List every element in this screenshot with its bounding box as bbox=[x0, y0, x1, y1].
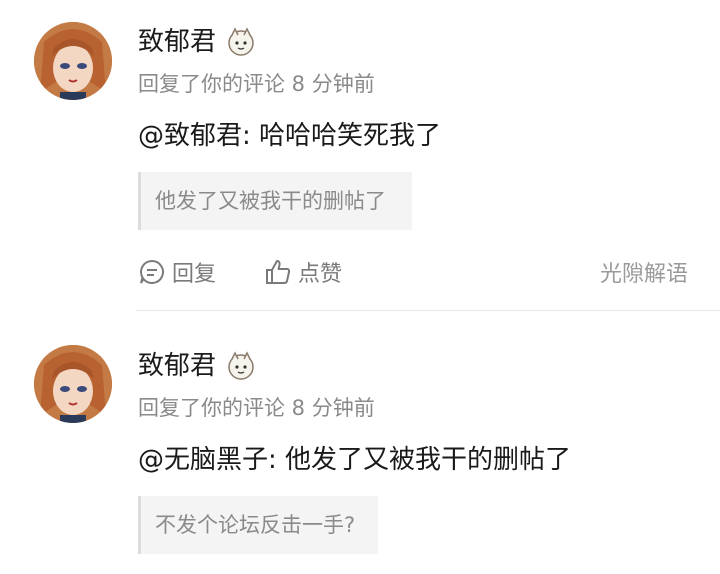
mascot-badge-icon bbox=[228, 351, 254, 380]
author-row: 致郁君 bbox=[138, 24, 258, 60]
avatar[interactable] bbox=[34, 22, 112, 100]
author-row: 致郁君 bbox=[138, 348, 258, 384]
author-name[interactable]: 致郁君 bbox=[138, 348, 216, 384]
like-button[interactable]: 点赞 bbox=[264, 256, 342, 288]
comment-card: 致郁君 回复了你的评论 8 分钟前 @无脑黑子: 他发了又被我干的删帖了 不发个… bbox=[0, 312, 720, 574]
avatar[interactable] bbox=[34, 345, 112, 423]
comment-actions: 回复 点赞 光隙解语 bbox=[138, 256, 688, 288]
mascot-badge-icon bbox=[228, 27, 254, 56]
reply-label: 回复 bbox=[172, 262, 217, 287]
thumbs-up-icon bbox=[266, 260, 291, 284]
comment-content: @无脑黑子: 他发了又被我干的删帖了 bbox=[138, 445, 572, 475]
comment-bubble-icon bbox=[140, 259, 164, 284]
quoted-comment[interactable]: 他发了又被我干的删帖了 bbox=[138, 172, 412, 230]
divider bbox=[136, 310, 720, 311]
like-label: 点赞 bbox=[298, 262, 343, 287]
comment-card: 致郁君 回复了你的评论 8 分钟前 @致郁君: 哈哈哈笑死我了 他发了又被我干的… bbox=[0, 0, 720, 311]
author-name[interactable]: 致郁君 bbox=[138, 24, 216, 60]
comment-meta: 回复了你的评论 8 分钟前 bbox=[138, 72, 375, 96]
comment-content: @致郁君: 哈哈哈笑死我了 bbox=[138, 121, 442, 151]
reply-button[interactable]: 回复 bbox=[138, 256, 216, 288]
source-label[interactable]: 光隙解语 bbox=[600, 256, 688, 288]
comment-meta: 回复了你的评论 8 分钟前 bbox=[138, 396, 375, 420]
quoted-comment[interactable]: 不发个论坛反击一手? bbox=[138, 496, 378, 554]
